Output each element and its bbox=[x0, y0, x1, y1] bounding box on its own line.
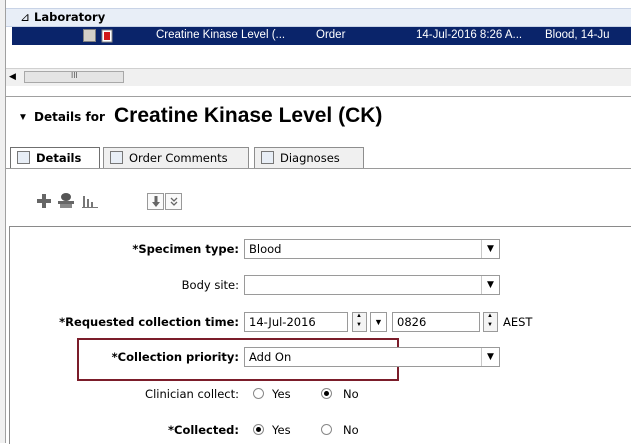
collected-yes-radio[interactable] bbox=[253, 424, 264, 435]
scroll-thumb[interactable]: III bbox=[24, 71, 124, 83]
details-title: Creatine Kinase Level (CK) bbox=[114, 104, 383, 127]
expand-button[interactable] bbox=[165, 193, 182, 210]
order-list: ⊿ Laboratory Creatine Kinase Level (... … bbox=[6, 0, 631, 68]
chart-icon[interactable] bbox=[82, 194, 98, 208]
scroll-thumb-grip: III bbox=[71, 71, 78, 80]
chevron-down-icon[interactable]: ▼ bbox=[481, 276, 499, 294]
order-row[interactable]: Creatine Kinase Level (... Order 14-Jul-… bbox=[12, 27, 631, 45]
collection-priority-value: Add On bbox=[249, 350, 292, 364]
order-type-icon bbox=[101, 29, 113, 43]
comments-icon bbox=[110, 151, 123, 164]
tab-diagnoses[interactable]: Diagnoses bbox=[254, 147, 364, 169]
tab-order-comments[interactable]: Order Comments bbox=[103, 147, 249, 169]
spin-up-icon[interactable]: ▲ bbox=[356, 313, 362, 319]
collection-priority-select[interactable]: Add On ▼ bbox=[244, 347, 500, 367]
collapse-icon[interactable]: ▼ bbox=[18, 112, 28, 123]
clinician-collect-no-radio[interactable] bbox=[321, 388, 332, 399]
collection-date-value: 14-Jul-2016 bbox=[249, 315, 316, 329]
scroll-left-icon[interactable]: ◀ bbox=[9, 71, 16, 82]
time-spinner[interactable]: ▲ ▼ bbox=[483, 312, 498, 332]
expand-icon bbox=[170, 197, 178, 206]
tab-details-label: Details bbox=[36, 151, 82, 165]
group-toggle-icon[interactable]: ⊿ bbox=[20, 10, 30, 24]
clinician-collect-label: Clinician collect: bbox=[145, 387, 239, 401]
chevron-down-icon: ▼ bbox=[374, 317, 383, 327]
timezone-label: AEST bbox=[503, 315, 533, 329]
date-dropdown-button[interactable]: ▼ bbox=[370, 312, 387, 332]
collected-label: *Collected: bbox=[168, 423, 239, 437]
details-prefix: Details for bbox=[34, 110, 105, 124]
order-name: Creatine Kinase Level (... bbox=[156, 29, 286, 41]
tab-diagnoses-label: Diagnoses bbox=[280, 151, 340, 165]
order-type: Order bbox=[316, 29, 346, 41]
requested-collection-time-label: *Requested collection time: bbox=[59, 315, 239, 329]
details-icon bbox=[17, 151, 30, 164]
chevron-down-icon[interactable]: ▼ bbox=[481, 348, 499, 366]
body-site-label: Body site: bbox=[181, 278, 239, 292]
group-label: Laboratory bbox=[34, 10, 106, 24]
row-checkbox[interactable] bbox=[83, 29, 96, 42]
collection-time-field[interactable]: 0826 bbox=[392, 312, 480, 332]
specimen-type-select[interactable]: Blood ▼ bbox=[244, 239, 500, 259]
clinician-collect-yes-label: Yes bbox=[272, 387, 291, 401]
horizontal-scrollbar[interactable]: ◀ III bbox=[6, 68, 631, 86]
tab-order-comments-label: Order Comments bbox=[129, 151, 228, 165]
collection-priority-label: *Collection priority: bbox=[111, 350, 239, 364]
group-header-laboratory[interactable]: ⊿ Laboratory bbox=[6, 8, 631, 27]
clinician-collect-yes-radio[interactable] bbox=[253, 388, 264, 399]
details-header-divider bbox=[6, 96, 631, 97]
move-down-button[interactable] bbox=[147, 193, 164, 210]
spin-down-icon[interactable]: ▼ bbox=[356, 322, 362, 328]
collected-yes-label: Yes bbox=[272, 423, 291, 437]
collected-no-radio[interactable] bbox=[321, 424, 332, 435]
toolbar bbox=[6, 170, 631, 226]
diagnoses-icon bbox=[261, 151, 274, 164]
specimen-type-value: Blood bbox=[249, 242, 282, 256]
spin-down-icon[interactable]: ▼ bbox=[487, 322, 493, 328]
tab-strip-baseline bbox=[6, 168, 631, 169]
add-icon[interactable] bbox=[37, 194, 51, 208]
order-date: 14-Jul-2016 8:26 A... bbox=[416, 29, 523, 41]
order-details: Blood, 14-Ju bbox=[545, 29, 610, 41]
date-spinner[interactable]: ▲ ▼ bbox=[352, 312, 367, 332]
collection-time-value: 0826 bbox=[397, 315, 427, 329]
collection-date-field[interactable]: 14-Jul-2016 bbox=[244, 312, 348, 332]
details-header: ▼ Details for Creatine Kinase Level (CK) bbox=[18, 104, 618, 132]
spin-up-icon[interactable]: ▲ bbox=[487, 313, 493, 319]
clinician-collect-no-label: No bbox=[343, 387, 359, 401]
remove-icon[interactable] bbox=[57, 192, 75, 209]
chevron-down-icon[interactable]: ▼ bbox=[481, 240, 499, 258]
move-down-icon bbox=[152, 196, 160, 207]
tab-details[interactable]: Details bbox=[10, 147, 100, 169]
specimen-type-label: *Specimen type: bbox=[132, 242, 239, 256]
collected-no-label: No bbox=[343, 423, 359, 437]
body-site-select[interactable]: ▼ bbox=[244, 275, 500, 295]
